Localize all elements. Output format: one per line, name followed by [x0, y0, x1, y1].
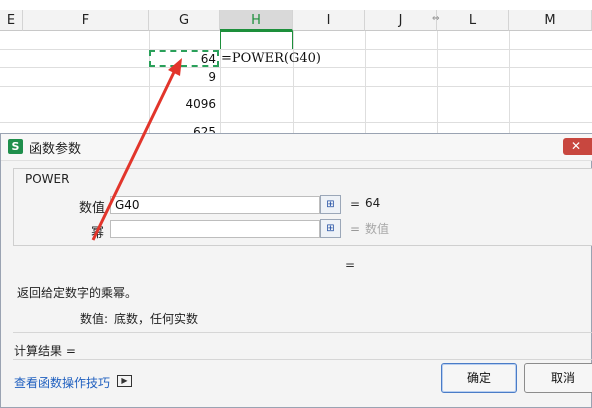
calculation-result: 计算结果 = — [14, 344, 76, 358]
arg-description-text: 底数，任何实数 — [114, 312, 199, 326]
column-header-l[interactable]: L — [437, 10, 509, 31]
function-result: = — [345, 258, 356, 272]
column-header-f[interactable]: F — [23, 10, 149, 31]
spreadsheet-area: E F G H I J L M ⇔ 64 9 4096 625 =POWER(G… — [0, 0, 592, 141]
cancel-button[interactable]: 取消 — [524, 363, 592, 393]
column-header-i[interactable]: I — [293, 10, 365, 31]
range-picker-icon[interactable]: ⊞ — [320, 195, 341, 214]
spreadsheet-app-icon: S — [8, 139, 23, 154]
cell-g40[interactable]: 64 — [146, 52, 216, 66]
arg-result-power: 数值 — [365, 222, 390, 236]
cell-g42[interactable]: 4096 — [146, 97, 216, 111]
function-description: 返回给定数字的乘幂。 — [17, 286, 138, 300]
column-header-m[interactable]: M — [509, 10, 592, 31]
grid-line — [0, 49, 592, 50]
help-link[interactable]: 查看函数操作技巧 — [14, 374, 110, 391]
column-resize-icon[interactable]: ⇔ — [432, 14, 442, 28]
column-header-j[interactable]: J — [365, 10, 437, 31]
dialog-title: 函数参数 — [29, 142, 82, 157]
dialog-titlebar[interactable]: S 函数参数 ✕ — [1, 134, 592, 161]
arg-description-name: 数值: — [80, 312, 109, 326]
power-input[interactable] — [110, 220, 320, 238]
equals-sign: = — [350, 197, 361, 211]
divider — [13, 332, 592, 333]
ok-button[interactable]: 确定 — [441, 363, 517, 393]
column-header-h[interactable]: H — [220, 10, 293, 31]
arg-label-number: 数值 — [79, 201, 106, 216]
grid-line — [0, 122, 592, 123]
cell-g41[interactable]: 9 — [146, 70, 216, 84]
range-picker-icon[interactable]: ⊞ — [320, 219, 341, 238]
function-name: POWER — [25, 172, 70, 186]
equals-sign: = — [350, 222, 361, 236]
video-help-icon[interactable]: ▶ — [117, 375, 132, 387]
grid-line — [0, 67, 592, 68]
function-arguments-dialog: S 函数参数 ✕ POWER 数值 G40 ⊞ = 64 幂 ⊞ = 数值 = … — [0, 133, 592, 408]
number-input[interactable]: G40 — [110, 196, 320, 214]
selected-column-outline — [220, 31, 293, 49]
column-header-e[interactable]: E — [0, 10, 23, 31]
column-header-g[interactable]: G — [149, 10, 220, 31]
arg-label-power: 幂 — [91, 226, 105, 241]
close-icon[interactable]: ✕ — [563, 138, 592, 155]
grid-line — [0, 86, 592, 87]
arg-result-number: 64 — [365, 196, 381, 210]
formula-cell-h40[interactable]: =POWER(G40) — [221, 51, 321, 66]
divider — [13, 359, 592, 360]
